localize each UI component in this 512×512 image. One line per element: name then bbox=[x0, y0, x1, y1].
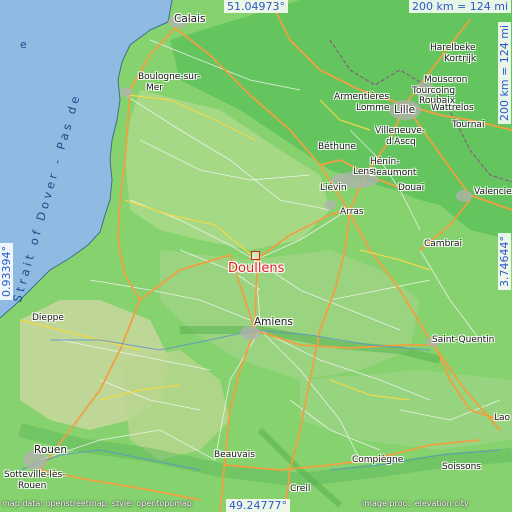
city-lens[interactable]: Lens bbox=[353, 167, 374, 178]
city-armentieres[interactable]: Armentières bbox=[334, 92, 389, 103]
scale-label-horizontal: 200 km = 124 mi bbox=[409, 0, 512, 13]
map-credit: map data: openstreetmap, style: opentopo… bbox=[2, 499, 192, 508]
city-sotteville-line1[interactable]: Sotteville-lès- bbox=[4, 470, 65, 481]
city-tournai[interactable]: Tournai bbox=[452, 120, 484, 131]
city-creil[interactable]: Creil bbox=[290, 484, 310, 495]
city-sotteville-line2: Rouen bbox=[18, 481, 47, 491]
latitude-bottom: 49.24777° bbox=[226, 499, 290, 512]
city-rouen[interactable]: Rouen bbox=[34, 445, 67, 456]
focus-city-label[interactable]: Doullens bbox=[228, 261, 284, 276]
city-calais[interactable]: Calais bbox=[174, 14, 206, 25]
city-bethune[interactable]: Béthune bbox=[318, 142, 356, 153]
city-valenciennes[interactable]: Valencie bbox=[474, 187, 512, 198]
city-harelbeke[interactable]: Harelbeke bbox=[430, 43, 476, 54]
city-henin-line2: Beaumont bbox=[370, 168, 417, 178]
city-amiens[interactable]: Amiens bbox=[254, 317, 293, 328]
sea-label-fragment: e bbox=[20, 38, 27, 51]
city-mouscron[interactable]: Mouscron bbox=[424, 75, 467, 86]
city-boulogne-line1[interactable]: Boulogne-sur- bbox=[138, 72, 200, 83]
city-compiegne[interactable]: Compiègne bbox=[352, 455, 403, 466]
longitude-left: 0.93394° bbox=[0, 243, 13, 300]
city-dieppe[interactable]: Dieppe bbox=[32, 313, 64, 324]
city-beauvais[interactable]: Beauvais bbox=[214, 450, 255, 461]
city-kortrijk[interactable]: Kortrijk bbox=[444, 54, 476, 65]
topographic-map[interactable]: e Strait of Dover - Pas de Calais Boulog… bbox=[0, 0, 512, 512]
city-lievin[interactable]: Liévin bbox=[320, 183, 347, 194]
city-villeneuve-line1[interactable]: Villeneuve- bbox=[375, 126, 425, 137]
city-douai[interactable]: Douai bbox=[398, 183, 424, 194]
longitude-right: 3.74644° bbox=[498, 233, 511, 290]
latitude-top: 51.04973° bbox=[224, 0, 288, 13]
focus-city-marker-icon[interactable] bbox=[251, 251, 260, 260]
city-cambrai[interactable]: Cambrai bbox=[424, 239, 462, 250]
city-soissons[interactable]: Soissons bbox=[442, 462, 481, 473]
image-credit: image proc.: elevation.city bbox=[362, 499, 469, 508]
city-wattrelos[interactable]: Wattrelos bbox=[431, 103, 474, 114]
city-boulogne-line2: Mer bbox=[146, 83, 164, 93]
city-arras[interactable]: Arras bbox=[340, 207, 364, 218]
city-lomme[interactable]: Lomme bbox=[356, 103, 389, 114]
city-saint-quentin[interactable]: Saint-Quentin bbox=[432, 335, 494, 346]
city-lille[interactable]: Lille bbox=[394, 105, 415, 116]
city-villeneuve-line2: d'Ascq bbox=[386, 137, 416, 147]
city-henin-line1[interactable]: Hénin- bbox=[370, 157, 399, 168]
city-laon[interactable]: Lao bbox=[494, 413, 510, 424]
scale-label-vertical: 200 km = 124 mi bbox=[498, 21, 511, 124]
